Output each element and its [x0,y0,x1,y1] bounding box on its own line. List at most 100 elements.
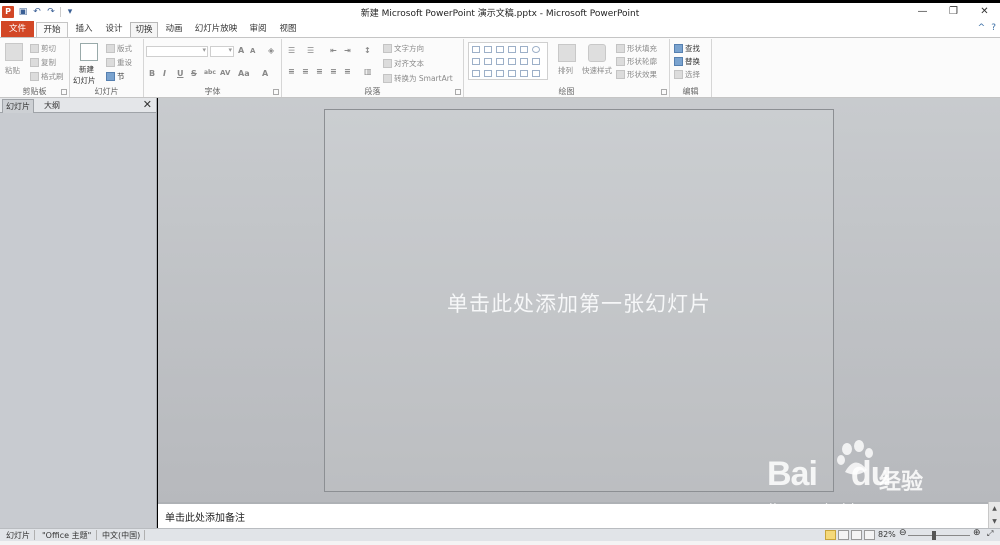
square-shape-icon[interactable] [520,46,528,53]
right-arrow-shape-icon[interactable] [520,58,528,65]
tab-transitions[interactable]: 切换 [130,22,158,37]
slide-placeholder[interactable]: 单击此处添加第一张幻灯片 [324,109,834,492]
bracket-shape-icon[interactable] [520,70,528,77]
triangle-shape-icon[interactable] [484,58,492,65]
paragraph-launcher-icon[interactable] [455,89,461,95]
arc-shape-icon[interactable] [496,70,504,77]
shrink-font-button[interactable]: A [250,47,255,55]
paste-icon[interactable] [5,43,23,61]
reading-view-button[interactable] [851,530,862,540]
zoom-out-icon[interactable]: ⊖ [899,528,907,538]
tab-animations[interactable]: 动画 [160,22,188,37]
shapes-gallery[interactable] [468,42,548,80]
cut-button[interactable]: 剪切 [30,43,56,54]
font-launcher-icon[interactable] [273,89,279,95]
add-first-slide-hint[interactable]: 单击此处添加第一张幻灯片 [325,288,833,318]
connector-shape-icon[interactable] [496,58,504,65]
quick-styles-button[interactable]: 快速样式 [582,65,612,76]
curve-shape-icon[interactable] [484,70,492,77]
tab-slides[interactable]: 幻灯片 [2,99,34,113]
layout-button[interactable]: 版式 [106,43,132,54]
align-text-button[interactable]: 对齐文本 [383,58,424,69]
align-right-icon[interactable]: ≡ [316,67,323,76]
star-shape-icon[interactable] [472,70,480,77]
paste-button[interactable]: 粘贴 [5,65,20,76]
shape-effects-button[interactable]: 形状效果 [616,69,657,80]
notes-placeholder[interactable]: 单击此处添加备注 [165,509,245,524]
rectangle-shape-icon[interactable] [472,46,480,53]
status-language[interactable]: 中文(中国) [102,530,140,541]
font-size-combo[interactable] [210,46,234,57]
maximize-button[interactable]: ❐ [938,3,969,21]
rounded-rect-shape-icon[interactable] [472,58,480,65]
tab-file[interactable]: 文件 [1,21,34,37]
font-color-button[interactable]: A [262,69,268,78]
status-theme[interactable]: "Office 主题" [42,530,91,541]
tab-slideshow[interactable]: 幻灯片放映 [192,22,240,37]
clipboard-launcher-icon[interactable] [61,89,67,95]
zoom-slider-thumb[interactable] [932,531,936,540]
char-spacing-button[interactable]: AV [220,69,230,77]
columns-icon[interactable]: ▥ [364,67,372,76]
line-spacing-icon[interactable]: ↕ [364,46,371,55]
text-direction-button[interactable]: 文字方向 [383,43,424,54]
align-left-icon[interactable]: ≡ [288,67,295,76]
smartart-button[interactable]: 转换为 SmartArt [383,73,453,84]
notes-scrollbar[interactable]: ▲ ▼ [988,502,1000,528]
underline-button[interactable]: U [177,69,184,78]
decrease-indent-icon[interactable]: ⇤ [330,46,337,55]
align-center-icon[interactable]: ≡ [302,67,309,76]
select-button[interactable]: 选择 [674,69,700,80]
tab-insert[interactable]: 插入 [70,22,98,37]
zoom-level[interactable]: 82% [878,530,896,539]
tab-design[interactable]: 设计 [100,22,128,37]
tab-review[interactable]: 审阅 [244,22,272,37]
tab-home[interactable]: 开始 [36,22,68,37]
oval-shape-icon[interactable] [532,46,540,53]
line-shape-icon[interactable] [496,46,504,53]
font-name-combo[interactable] [146,46,208,57]
fit-to-window-icon[interactable]: ⤢ [987,529,993,539]
shape-outline-button[interactable]: 形状轮廓 [616,56,657,67]
shape-fill-button[interactable]: 形状填充 [616,43,657,54]
quick-styles-icon[interactable] [588,44,606,62]
bullets-icon[interactable]: ☰ [288,46,295,55]
tab-view[interactable]: 视图 [274,22,302,37]
change-case-button[interactable]: Aa [238,69,250,78]
find-button[interactable]: 查找 [674,43,700,54]
tab-outline[interactable]: 大纲 [38,99,66,113]
increase-indent-icon[interactable]: ⇥ [344,46,351,55]
brace-shape-icon[interactable] [532,70,540,77]
strikethrough-button[interactable]: S [191,69,197,78]
justify-icon[interactable]: ≡ [330,67,337,76]
new-slide-dropdown[interactable]: 幻灯片 [73,75,96,86]
down-arrow-shape-icon[interactable] [532,58,540,65]
drawing-launcher-icon[interactable] [661,89,667,95]
arrange-icon[interactable] [558,44,576,62]
normal-view-button[interactable] [825,530,836,540]
zoom-in-icon[interactable]: ⊕ [973,528,981,538]
italic-button[interactable]: I [163,69,166,78]
close-button[interactable]: ✕ [969,3,1000,21]
shadow-button[interactable]: abc [204,69,216,76]
slideshow-view-button[interactable] [864,530,875,540]
distribute-icon[interactable]: ≡ [344,67,351,76]
format-painter-button[interactable]: 格式刷 [30,71,64,82]
minimize-button[interactable]: — [907,3,938,21]
reset-button[interactable]: 重设 [106,57,132,68]
numbering-icon[interactable]: ☰ [307,46,314,55]
help-icon[interactable]: ? [991,23,996,33]
section-button[interactable]: 节 [106,71,125,82]
arrange-button[interactable]: 排列 [558,65,573,76]
freeform-shape-icon[interactable] [508,70,516,77]
slide-sorter-view-button[interactable] [838,530,849,540]
minimize-ribbon-icon[interactable]: ^ [978,23,986,33]
clear-format-icon[interactable]: ◈ [268,46,274,55]
zoom-slider[interactable] [908,535,970,536]
new-slide-icon[interactable] [80,43,98,61]
arrow-shape-icon[interactable] [508,46,516,53]
grow-font-button[interactable]: A [238,46,244,55]
new-slide-label[interactable]: 新建 [79,64,94,75]
copy-button[interactable]: 复制 [30,57,56,68]
bold-button[interactable]: B [149,69,155,78]
